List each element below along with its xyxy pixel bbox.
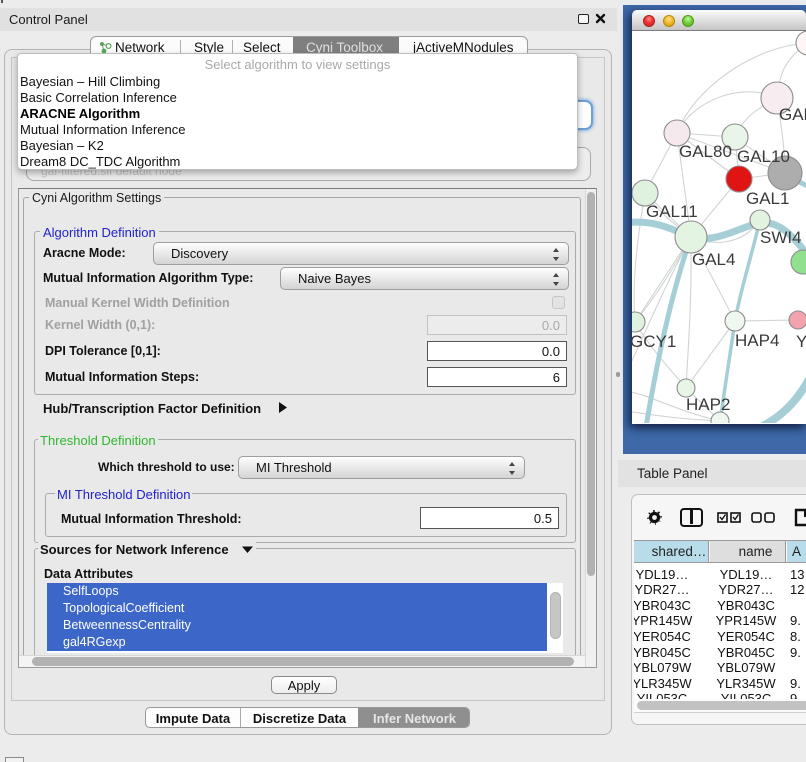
svg-text:GAL11: GAL11 [646,202,698,221]
svg-text:HAP2: HAP2 [686,395,730,414]
svg-text:Y: Y [796,332,806,351]
svg-text:SWI4: SWI4 [760,228,802,247]
svg-text:GAL10: GAL10 [737,147,790,166]
svg-text:GAL80: GAL80 [679,142,732,161]
svg-text:HAP4: HAP4 [735,331,779,350]
svg-text:GAL7: GAL7 [779,105,806,124]
svg-text:GAL1: GAL1 [746,189,789,208]
svg-text:GCY1: GCY1 [632,332,676,351]
svg-text:GAL4: GAL4 [692,250,735,269]
